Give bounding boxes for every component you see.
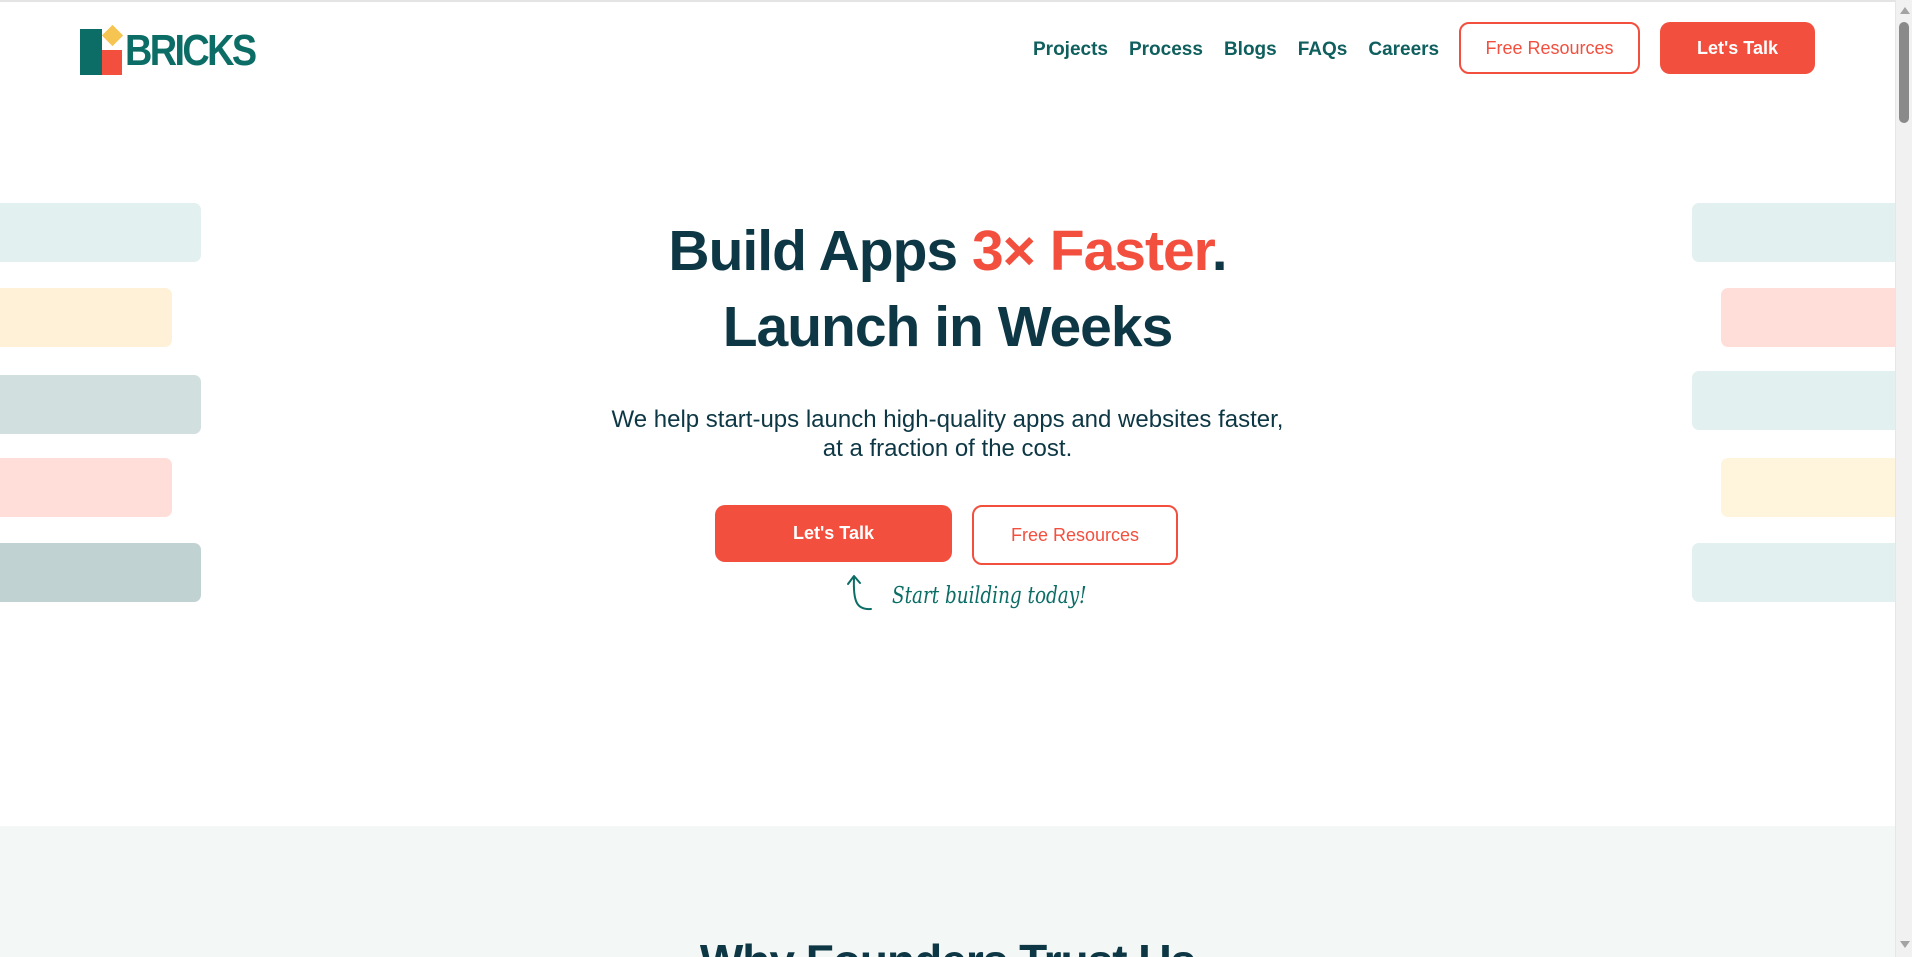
scrollbar-thumb[interactable]: [1899, 22, 1909, 123]
header-free-resources-button[interactable]: Free Resources: [1459, 22, 1640, 74]
scroll-down-arrow-icon[interactable]: [1900, 941, 1910, 948]
header-lets-talk-button[interactable]: Let's Talk: [1660, 22, 1815, 74]
page-scrollbar[interactable]: [1895, 0, 1912, 957]
main-nav: Projects Process Blogs FAQs Careers: [1033, 39, 1460, 61]
scroll-up-arrow-icon[interactable]: [1900, 7, 1910, 14]
nav-blogs[interactable]: Blogs: [1224, 39, 1277, 61]
hero-lets-talk-button[interactable]: Let's Talk: [715, 505, 952, 562]
curved-arrow-icon: [847, 575, 872, 611]
nav-faqs[interactable]: FAQs: [1298, 39, 1348, 61]
site-header: BRICKS Projects Process Blogs FAQs Caree…: [0, 2, 1895, 98]
hero-subtitle-line1: We help start-ups launch high-quality ap…: [611, 406, 1284, 433]
deco-block-right-5: [1692, 543, 1907, 602]
nav-careers[interactable]: Careers: [1368, 39, 1439, 61]
nav-process[interactable]: Process: [1129, 39, 1203, 61]
logo-yellow-diamond: [101, 24, 124, 47]
hero-free-resources-button[interactable]: Free Resources: [972, 505, 1178, 565]
hero-subtitle-line2: at a fraction of the cost.: [822, 435, 1073, 462]
section-heading: Why Founders Trust Us: [0, 934, 1895, 957]
deco-block-left-5: [0, 543, 201, 602]
deco-block-right-4: [1721, 458, 1907, 517]
logo-wordmark: BRICKS: [125, 26, 257, 75]
hero-title-line1: Build Apps 3× Faster.: [668, 219, 1227, 283]
hero-title-line2: Launch in Weeks: [722, 295, 1174, 359]
why-founders-section: Why Founders Trust Us: [0, 826, 1895, 957]
logo-bar-mark: [80, 29, 102, 75]
hero-title-accent: 3× Faster: [971, 219, 1213, 283]
bricks-logo[interactable]: BRICKS: [80, 24, 257, 76]
logo-red-block: [102, 50, 122, 75]
handwritten-note: Start building today!: [892, 583, 1087, 609]
deco-block-left-4: [0, 458, 172, 517]
nav-projects[interactable]: Projects: [1033, 39, 1108, 61]
